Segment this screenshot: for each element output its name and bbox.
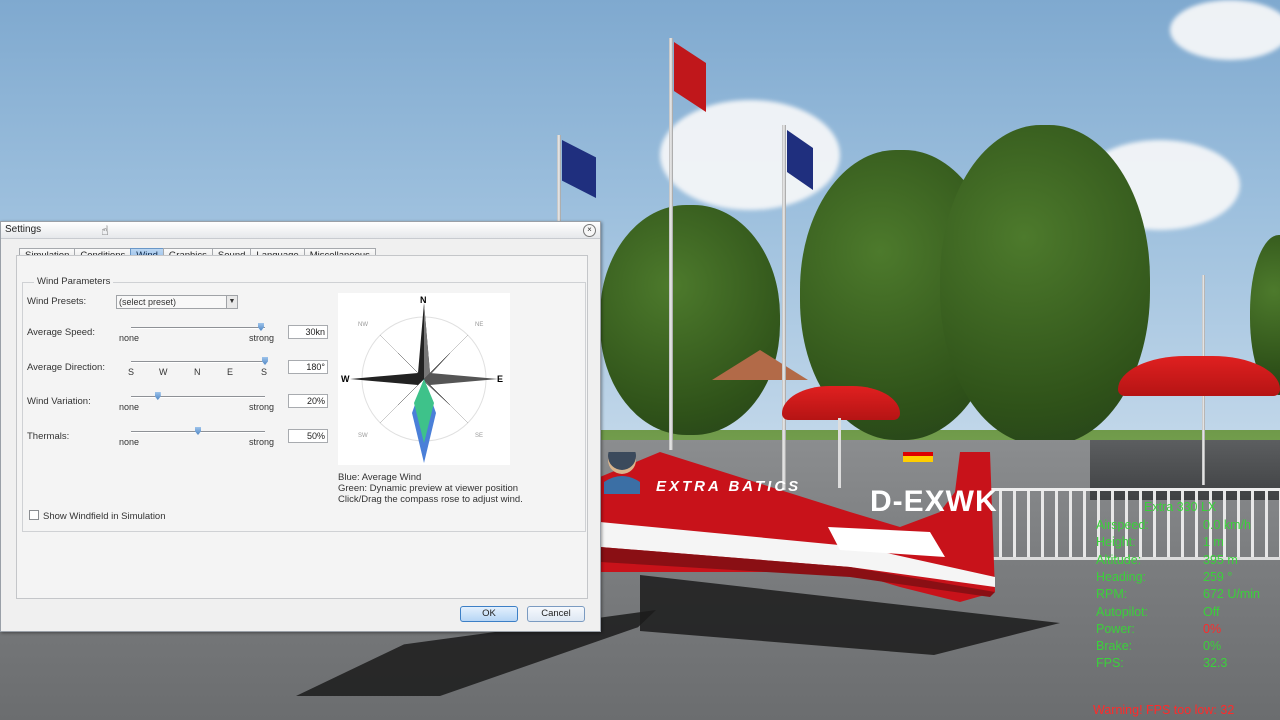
flight-info-hud: Extra 330 LX Airspeed: 0.0 km/h Height: 1 m…	[1093, 500, 1280, 720]
hud-row: FPS: 32.3	[1096, 656, 1280, 673]
hud-value: 32.3	[1203, 656, 1228, 671]
hud-row: Autopilot: Off	[1096, 605, 1280, 622]
hud-label: Autopilot:	[1096, 604, 1149, 619]
tree	[940, 125, 1150, 445]
hud-value: 1 m	[1203, 535, 1224, 550]
hud-value: 395 m	[1203, 552, 1238, 567]
average-speed-slider-track[interactable]	[131, 327, 265, 329]
cloud	[1170, 0, 1280, 60]
wind-presets-value: (select preset)	[119, 297, 177, 307]
direction-tick-s2: S	[261, 367, 268, 377]
average-direction-value[interactable]: 180°	[288, 360, 328, 374]
direction-tick-e: E	[227, 367, 234, 377]
wind-presets-label: Wind Presets:	[27, 296, 87, 307]
hud-value: 672 U/min	[1203, 587, 1260, 602]
flag-pole	[782, 125, 786, 490]
thermals-label: Thermals:	[27, 431, 70, 442]
hud-row: Altitude: 395 m	[1096, 553, 1280, 570]
compass-sw: SW	[358, 433, 368, 439]
hud-row: Power: 0%	[1096, 622, 1280, 639]
wind-variation-value[interactable]: 20%	[288, 394, 328, 408]
compass-w: W	[341, 374, 350, 384]
ok-button[interactable]: OK	[460, 606, 518, 622]
hud-aircraft-name: Extra 330 LX	[1144, 500, 1217, 514]
show-windfield-checkbox[interactable]: Show Windfield in Simulation	[29, 510, 166, 522]
thermals-value[interactable]: 50%	[288, 429, 328, 443]
legend-hint: Click/Drag the compass rose to adjust wi…	[338, 494, 523, 505]
compass-se: SE	[475, 433, 483, 439]
flag-pole	[557, 135, 561, 225]
legend-green: Green: Dynamic preview at viewer positio…	[338, 483, 519, 494]
compass-nw: NW	[358, 322, 368, 328]
speed-max-label: strong	[249, 333, 275, 343]
hud-value: 0%	[1203, 621, 1222, 636]
hud-label: FPS:	[1096, 656, 1124, 671]
average-speed-value[interactable]: 30kn	[288, 325, 328, 339]
hud-row: RPM: 672 U/min	[1096, 587, 1280, 604]
average-direction-label: Average Direction:	[27, 362, 105, 373]
hud-label: Heading:	[1096, 569, 1147, 584]
compass-e: E	[497, 374, 503, 384]
hud-value: 0%	[1203, 639, 1222, 654]
flag-pole	[669, 38, 673, 450]
show-windfield-label: Show Windfield in Simulation	[43, 511, 166, 522]
close-button[interactable]: ×	[583, 224, 596, 237]
direction-tick-w: W	[159, 367, 168, 377]
hud-row: Airspeed: 0.0 km/h	[1096, 518, 1280, 535]
hud-row: Brake: 0%	[1096, 639, 1280, 656]
checkbox-box[interactable]	[29, 510, 39, 520]
tree	[600, 205, 780, 435]
hud-label: Height:	[1096, 535, 1136, 550]
direction-tick-n: N	[194, 367, 201, 377]
wind-presets-select[interactable]: (select preset) ▼	[116, 295, 238, 309]
hand-cursor-icon: ☝	[101, 223, 109, 238]
registration-mark: D-EXWK	[870, 485, 998, 518]
average-speed-label: Average Speed:	[27, 327, 95, 338]
hud-label: Brake:	[1096, 639, 1133, 654]
dialog-titlebar[interactable]: Settings ☝ ×	[1, 222, 600, 239]
livery-text: EXTRA BATICS	[656, 478, 802, 495]
hud-label: Power:	[1096, 621, 1135, 636]
aircraft	[600, 452, 995, 602]
hud-value: 259 °	[1203, 569, 1233, 584]
cancel-button[interactable]: Cancel	[527, 606, 585, 622]
wind-variation-label: Wind Variation:	[27, 396, 91, 407]
variation-min-label: none	[119, 402, 140, 412]
cloud	[660, 100, 840, 210]
hud-row: Height: 1 m	[1096, 535, 1280, 552]
wind-variation-slider-track[interactable]	[131, 396, 265, 398]
thermals-min-label: none	[119, 437, 140, 447]
compass-n: N	[420, 295, 427, 305]
fps-warning: Warning! FPS too low: 32	[1093, 703, 1235, 717]
compass-ne: NE	[475, 322, 483, 328]
settings-dialog: Settings ☝ × Simulation Conditions Wind …	[0, 221, 601, 632]
hud-label: Airspeed:	[1096, 518, 1149, 532]
wind-parameters-title: Wind Parameters	[34, 276, 114, 287]
hud-value: Off	[1203, 604, 1220, 619]
variation-max-label: strong	[249, 402, 275, 412]
legend-blue: Blue: Average Wind	[338, 472, 422, 483]
hud-label: RPM:	[1096, 587, 1128, 602]
direction-tick-s: S	[128, 367, 135, 377]
hud-label: Altitude:	[1096, 552, 1142, 567]
thermals-max-label: strong	[249, 437, 275, 447]
chevron-down-icon[interactable]: ▼	[226, 296, 237, 308]
compass-rose[interactable]: N W E NW NE SW SE	[338, 293, 510, 465]
average-direction-slider-track[interactable]	[131, 361, 265, 363]
speed-min-label: none	[119, 333, 140, 343]
dialog-title: Settings	[5, 224, 42, 235]
hud-row: Heading: 259 °	[1096, 570, 1280, 587]
hud-value: 0.0 km/h	[1203, 518, 1251, 532]
